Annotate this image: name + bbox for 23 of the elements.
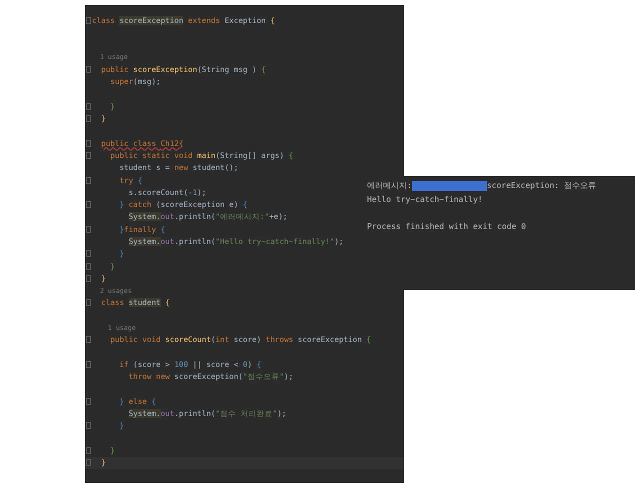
fold-marker-icon[interactable] xyxy=(86,422,91,430)
fold-marker-icon[interactable] xyxy=(86,152,91,159)
fold-marker-icon[interactable] xyxy=(86,226,91,233)
fold-marker-icon[interactable] xyxy=(86,250,91,258)
fold-marker-icon[interactable] xyxy=(86,274,91,282)
console-text: Process finished with exit code 0 xyxy=(367,222,526,231)
fold-marker-icon[interactable] xyxy=(86,140,91,147)
console-text: Hello try~catch~finally! xyxy=(367,194,483,204)
fold-marker-icon[interactable] xyxy=(86,447,91,454)
fold-marker-icon[interactable] xyxy=(86,398,91,405)
fold-marker-icon[interactable] xyxy=(86,102,91,110)
fold-marker-icon[interactable] xyxy=(86,262,91,270)
console-text: 에러메시지: xyxy=(367,180,412,192)
console-text: scoreException: 점수오류 xyxy=(486,180,596,192)
fold-marker-icon[interactable] xyxy=(86,176,91,184)
fold-marker-icon[interactable] xyxy=(86,115,91,122)
fold-marker-icon[interactable] xyxy=(86,201,91,208)
fold-marker-icon[interactable] xyxy=(86,336,91,344)
fold-marker-icon[interactable] xyxy=(86,360,91,368)
fold-marker-icon[interactable] xyxy=(86,66,91,73)
fold-marker-icon[interactable] xyxy=(86,16,91,24)
fold-marker-icon[interactable] xyxy=(86,459,91,466)
fold-marker-icon[interactable] xyxy=(86,299,91,306)
